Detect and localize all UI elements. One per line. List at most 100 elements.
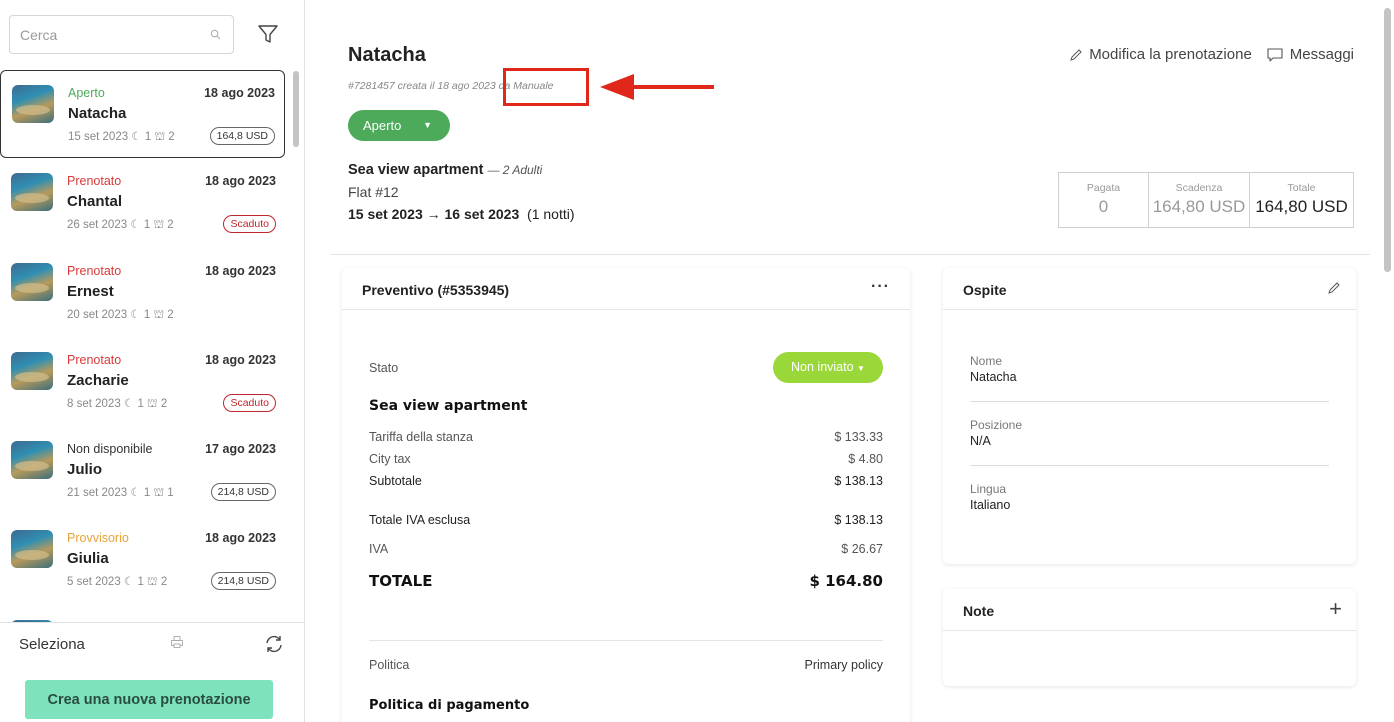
quote-card: Preventivo (#5353945) ··· Stato Non invi… — [342, 268, 910, 722]
line-value: $ 26.67 — [841, 542, 883, 556]
messages-label: Messaggi — [1289, 46, 1354, 63]
field-label: Nome — [970, 354, 1003, 368]
guests-icon: ⛫ — [154, 131, 166, 143]
quote-state-dropdown[interactable]: Non inviato ▼ — [773, 352, 883, 383]
property-thumbnail — [11, 263, 53, 301]
reservation-meta: 8 set 2023 ☾ 1 ⛫ 2 — [67, 396, 167, 412]
arrow-right-icon: → — [426, 206, 441, 222]
reservation-item[interactable] — [0, 606, 285, 622]
field-value: N/A — [970, 434, 991, 448]
quote-divider — [369, 640, 883, 641]
reservation-status: Non disponibile — [67, 442, 153, 456]
section-divider — [330, 254, 1370, 255]
status-dropdown[interactable]: Aperto ▼ — [348, 110, 450, 141]
nights-text: (1 notti) — [527, 206, 575, 222]
policy-row: Politica Primary policy — [369, 658, 883, 672]
reservation-status: Prenotato — [67, 353, 122, 367]
due-label: Scadenza — [1175, 182, 1223, 194]
expired-badge: Scaduto — [223, 215, 276, 233]
nights-count: 1 — [144, 131, 152, 143]
top-actions: Modifica la prenotazione Messaggi — [1069, 46, 1354, 63]
reservation-guest-name: Zacharie — [67, 372, 129, 389]
property-thumbnail — [11, 441, 53, 479]
paid-value: 0 — [1098, 197, 1109, 216]
nights-count: 1 — [137, 398, 144, 410]
search-input[interactable] — [10, 16, 190, 53]
select-toggle[interactable]: Seleziona — [19, 636, 85, 653]
moon-icon: ☾ — [123, 576, 135, 588]
guest-card: Ospite Nome Natacha Posizione N/A Lingua… — [943, 268, 1356, 564]
create-reservation-button[interactable]: Crea una nuova prenotazione — [25, 680, 273, 719]
notes-card-header: Note + — [943, 589, 1356, 631]
status-label: Aperto — [363, 118, 402, 133]
annotation-arrow-icon — [600, 74, 714, 100]
line-value: $ 4.80 — [848, 452, 883, 466]
reservation-booked-date: 17 ago 2023 — [205, 442, 276, 456]
notes-title: Note — [963, 603, 995, 619]
page-title: Natacha — [348, 44, 426, 66]
line-label: IVA — [369, 542, 389, 556]
notes-card: Note + — [943, 589, 1356, 686]
sidebar-scrollbar-thumb[interactable] — [293, 71, 299, 147]
quote-state-value: Non inviato — [791, 360, 854, 374]
quote-line-item: Tariffa della stanza $ 133.33 — [369, 430, 883, 444]
guest-field-language: Lingua Italiano — [970, 482, 1329, 512]
due-cell: Scadenza 164,80 USD — [1149, 173, 1250, 227]
reservation-item[interactable]: Aperto 18 ago 2023 Natacha 15 set 2023 ☾… — [0, 70, 285, 158]
guest-field-name: Nome Natacha — [970, 354, 1329, 384]
moon-icon: ☾ — [123, 398, 135, 410]
pencil-icon[interactable] — [1326, 280, 1342, 296]
guests-count: 2 — [160, 576, 168, 588]
reservation-item[interactable]: Prenotato 18 ago 2023 Zacharie 8 set 202… — [0, 338, 285, 426]
quote-line-item: Subtotale $ 138.13 — [369, 474, 883, 488]
reservation-meta: 15 set 2023 ☾ 1 ⛫ 2 — [68, 129, 175, 145]
reservation-meta: 5 set 2023 ☾ 1 ⛫ 2 — [67, 574, 167, 590]
reservation-meta: 26 set 2023 ☾ 1 ⛫ 2 — [67, 217, 174, 233]
reservation-status: Provvisorio — [67, 531, 129, 545]
sidebar-scrollbar[interactable] — [291, 70, 299, 622]
reservation-meta: 20 set 2023 ☾ 1 ⛫ 2 — [67, 307, 174, 323]
more-options-icon[interactable]: ··· — [871, 278, 890, 296]
total-cell: Totale 164,80 USD — [1250, 173, 1353, 227]
search-icon[interactable] — [210, 29, 221, 40]
line-label: Subtotale — [369, 474, 422, 488]
chat-bubble-icon — [1267, 47, 1283, 62]
guests-count: 2 — [160, 398, 168, 410]
edit-reservation-link[interactable]: Modifica la prenotazione — [1069, 46, 1252, 63]
checkin-date: 5 set 2023 — [67, 576, 121, 588]
reservation-item[interactable]: Non disponibile 17 ago 2023 Julio 21 set… — [0, 427, 285, 515]
refresh-icon[interactable] — [263, 633, 285, 655]
checkin-date: 20 set 2023 — [67, 309, 128, 321]
nights-count: 1 — [143, 487, 151, 499]
expired-badge: Scaduto — [223, 394, 276, 412]
guests-count: 1 — [167, 487, 174, 499]
reservation-item[interactable]: Prenotato 18 ago 2023 Ernest 20 set 2023… — [0, 249, 285, 337]
date-from: 15 set 2023 — [348, 206, 423, 222]
filter-icon[interactable] — [256, 22, 280, 46]
reservation-status: Prenotato — [67, 174, 122, 188]
add-note-icon[interactable]: + — [1329, 596, 1342, 622]
guest-field-position: Posizione N/A — [970, 418, 1329, 448]
guests-count: 2 — [167, 309, 174, 321]
reservation-booked-date: 18 ago 2023 — [205, 353, 276, 367]
nights-count: 1 — [143, 309, 151, 321]
quote-total-value: $ 164.80 — [809, 572, 883, 590]
messages-link[interactable]: Messaggi — [1266, 46, 1354, 63]
field-label: Lingua — [970, 482, 1007, 496]
amount-badge: 214,8 USD — [210, 483, 276, 501]
caret-down-icon: ▼ — [857, 364, 865, 373]
reservation-guest-name: Giulia — [67, 550, 109, 567]
main-scrollbar-thumb[interactable] — [1384, 8, 1391, 272]
line-value: $ 138.13 — [834, 513, 883, 527]
reservation-item[interactable]: Prenotato 18 ago 2023 Chantal 26 set 202… — [0, 159, 285, 247]
line-label: Tariffa della stanza — [369, 430, 473, 444]
reservation-guest-name: Julio — [67, 461, 103, 478]
nights-count: 1 — [143, 219, 151, 231]
reservation-created-info: #7281457 creata il 18 ago 2023 — [348, 80, 496, 92]
policy-value: Primary policy — [804, 658, 884, 672]
print-icon[interactable] — [170, 635, 184, 649]
guest-card-title: Ospite — [963, 282, 1007, 298]
reservation-item[interactable]: Provvisorio 18 ago 2023 Giulia 5 set 202… — [0, 516, 285, 604]
field-divider — [970, 465, 1329, 466]
amount-badge: 214,8 USD — [210, 572, 276, 590]
